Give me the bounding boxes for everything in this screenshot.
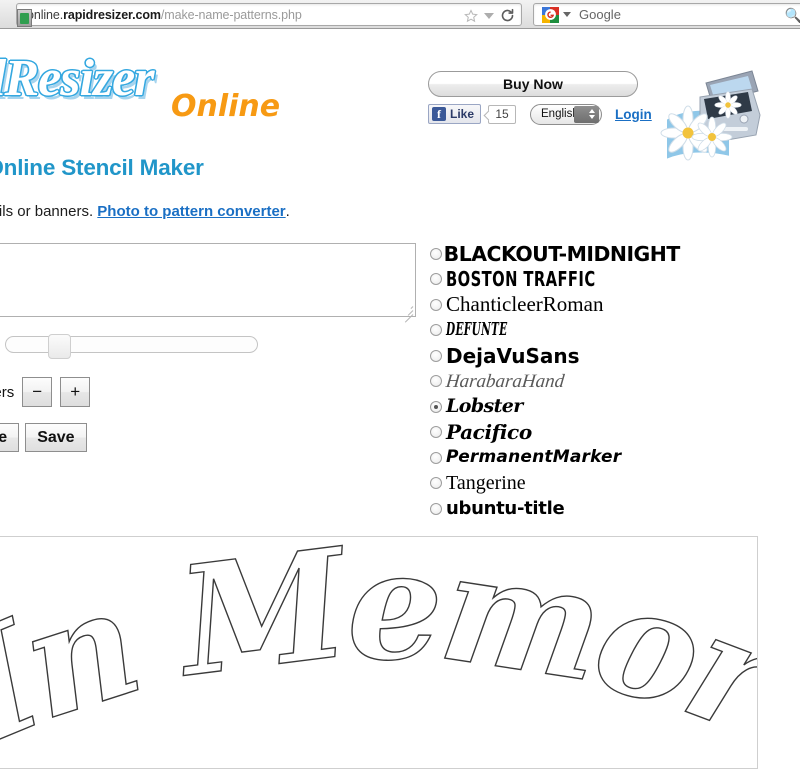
font-radio-button[interactable] bbox=[430, 298, 442, 311]
login-link[interactable]: Login bbox=[615, 107, 652, 122]
facebook-like-count: 15 bbox=[488, 104, 517, 124]
url-prefix: online. bbox=[27, 7, 64, 22]
font-option-ubuntu-title[interactable]: ubuntu-title bbox=[430, 496, 760, 522]
letter-spacing-increase-button[interactable]: + bbox=[60, 377, 91, 407]
font-option-pacifico[interactable]: Pacifico bbox=[430, 420, 760, 446]
font-option-label: BOSTON TRAFFIC bbox=[446, 267, 596, 292]
font-option-tangerine[interactable]: Tangerine bbox=[430, 471, 760, 497]
language-select-value: English bbox=[541, 108, 579, 120]
font-option-boston-traffic[interactable]: BOSTON TRAFFIC bbox=[430, 267, 760, 293]
font-radio-button[interactable] bbox=[430, 349, 442, 362]
address-bar[interactable]: online.rapidresizer.com/make-name-patter… bbox=[16, 3, 522, 27]
browser-search-box[interactable]: Google 🔍 bbox=[533, 3, 800, 26]
font-radio-button[interactable] bbox=[430, 375, 442, 388]
font-option-chanticleerroman[interactable]: ChanticleerRoman bbox=[430, 292, 760, 318]
address-bar-icons bbox=[464, 6, 515, 25]
facebook-icon: f bbox=[432, 107, 446, 121]
stencil-text-input[interactable] bbox=[0, 243, 416, 317]
magnifier-icon[interactable]: 🔍 bbox=[785, 7, 800, 24]
print-to-any-size-button[interactable]: nt to Any Size bbox=[0, 423, 20, 452]
letter-spacing-decrease-button[interactable]: − bbox=[22, 377, 53, 407]
font-option-label: Lobster bbox=[446, 395, 523, 418]
stencil-preview-outline: In Memory of bbox=[0, 537, 757, 768]
site-logo[interactable]: apidResizer Online bbox=[0, 43, 346, 124]
font-selection-list: BLACKOUT-MIDNIGHT BOSTON TRAFFIC Chanticle… bbox=[430, 241, 760, 522]
font-option-label: BLACKOUT-MIDNIGHT bbox=[443, 241, 681, 266]
font-option-label: DejaVuSans bbox=[446, 343, 580, 368]
page-subtitle: text and letter stencils or banners. Pho… bbox=[0, 203, 290, 220]
language-select-arrows-icon bbox=[574, 105, 600, 123]
font-option-label: DEFUNTE bbox=[446, 319, 508, 341]
font-option-label: Tangerine bbox=[446, 472, 526, 495]
search-engine-chevron-icon[interactable] bbox=[563, 12, 571, 17]
action-buttons: nt to Any Size Save bbox=[0, 423, 87, 452]
page-subtitle-suffix: . bbox=[285, 203, 290, 220]
language-select[interactable]: English bbox=[530, 103, 603, 125]
svg-text:In Memory of: In Memory of bbox=[0, 537, 757, 768]
url-domain: rapidresizer.com bbox=[63, 7, 161, 22]
site-favicon-icon bbox=[17, 9, 32, 27]
font-option-label: ubuntu-title bbox=[446, 497, 565, 519]
font-radio-button[interactable] bbox=[430, 502, 442, 515]
reload-icon[interactable] bbox=[500, 8, 515, 23]
letter-spacing-control: e between letters − + bbox=[0, 377, 91, 407]
font-option-dejavusans[interactable]: DejaVuSans bbox=[430, 343, 760, 369]
page-subtitle-text: text and letter stencils or banners. bbox=[0, 203, 94, 220]
header-utility-row: f Like 15 English Login bbox=[428, 103, 652, 125]
stencil-preview[interactable]: In Memory of bbox=[0, 536, 758, 769]
font-option-defunte[interactable]: DEFUNTE bbox=[430, 318, 760, 344]
address-bar-url: online.rapidresizer.com/make-name-patter… bbox=[17, 8, 302, 22]
chevron-down-icon[interactable] bbox=[484, 12, 494, 19]
font-radio-button[interactable] bbox=[430, 426, 442, 439]
font-option-label: Pacifico bbox=[446, 420, 532, 445]
font-option-harabarahand[interactable]: HarabaraHand bbox=[430, 369, 760, 395]
page-content: apidResizer Online Buy Now f Like 15 Eng… bbox=[0, 29, 800, 771]
page-title: e Online Stencil Maker bbox=[0, 155, 204, 180]
font-radio-button[interactable] bbox=[430, 247, 442, 260]
font-radio-button[interactable] bbox=[430, 400, 442, 413]
google-logo-icon bbox=[542, 6, 559, 23]
buy-now-button[interactable]: Buy Now bbox=[428, 71, 638, 97]
font-option-lobster[interactable]: Lobster bbox=[430, 394, 760, 420]
font-radio-button[interactable] bbox=[430, 324, 442, 337]
browser-toolbar: online.rapidresizer.com/make-name-patter… bbox=[0, 0, 800, 29]
text-size-slider[interactable] bbox=[5, 334, 258, 359]
facebook-like-label: Like bbox=[450, 107, 475, 121]
font-option-label: ChanticleerRoman bbox=[446, 292, 604, 317]
search-engine-label: Google bbox=[579, 7, 621, 22]
letter-spacing-label: e between letters bbox=[0, 383, 15, 401]
font-radio-button[interactable] bbox=[430, 451, 442, 464]
photo-to-pattern-converter-link[interactable]: Photo to pattern converter bbox=[97, 203, 285, 220]
facebook-like-button[interactable]: f Like bbox=[428, 104, 482, 124]
font-option-label: HarabaraHand bbox=[444, 370, 566, 392]
font-option-label: PermanentMarker bbox=[446, 447, 622, 468]
site-logo-online-label: Online bbox=[171, 89, 281, 124]
url-path: /make-name-patterns.php bbox=[160, 7, 302, 22]
star-icon[interactable] bbox=[464, 8, 478, 23]
printer-with-flower-photo-icon bbox=[660, 61, 790, 162]
font-radio-button[interactable] bbox=[430, 477, 442, 490]
save-button[interactable]: Save bbox=[25, 423, 87, 452]
font-option-permanentmarker[interactable]: PermanentMarker bbox=[430, 445, 760, 471]
font-radio-button[interactable] bbox=[430, 273, 442, 286]
slider-thumb[interactable] bbox=[48, 334, 71, 359]
font-option-blackout-midnight[interactable]: BLACKOUT-MIDNIGHT bbox=[430, 241, 760, 267]
